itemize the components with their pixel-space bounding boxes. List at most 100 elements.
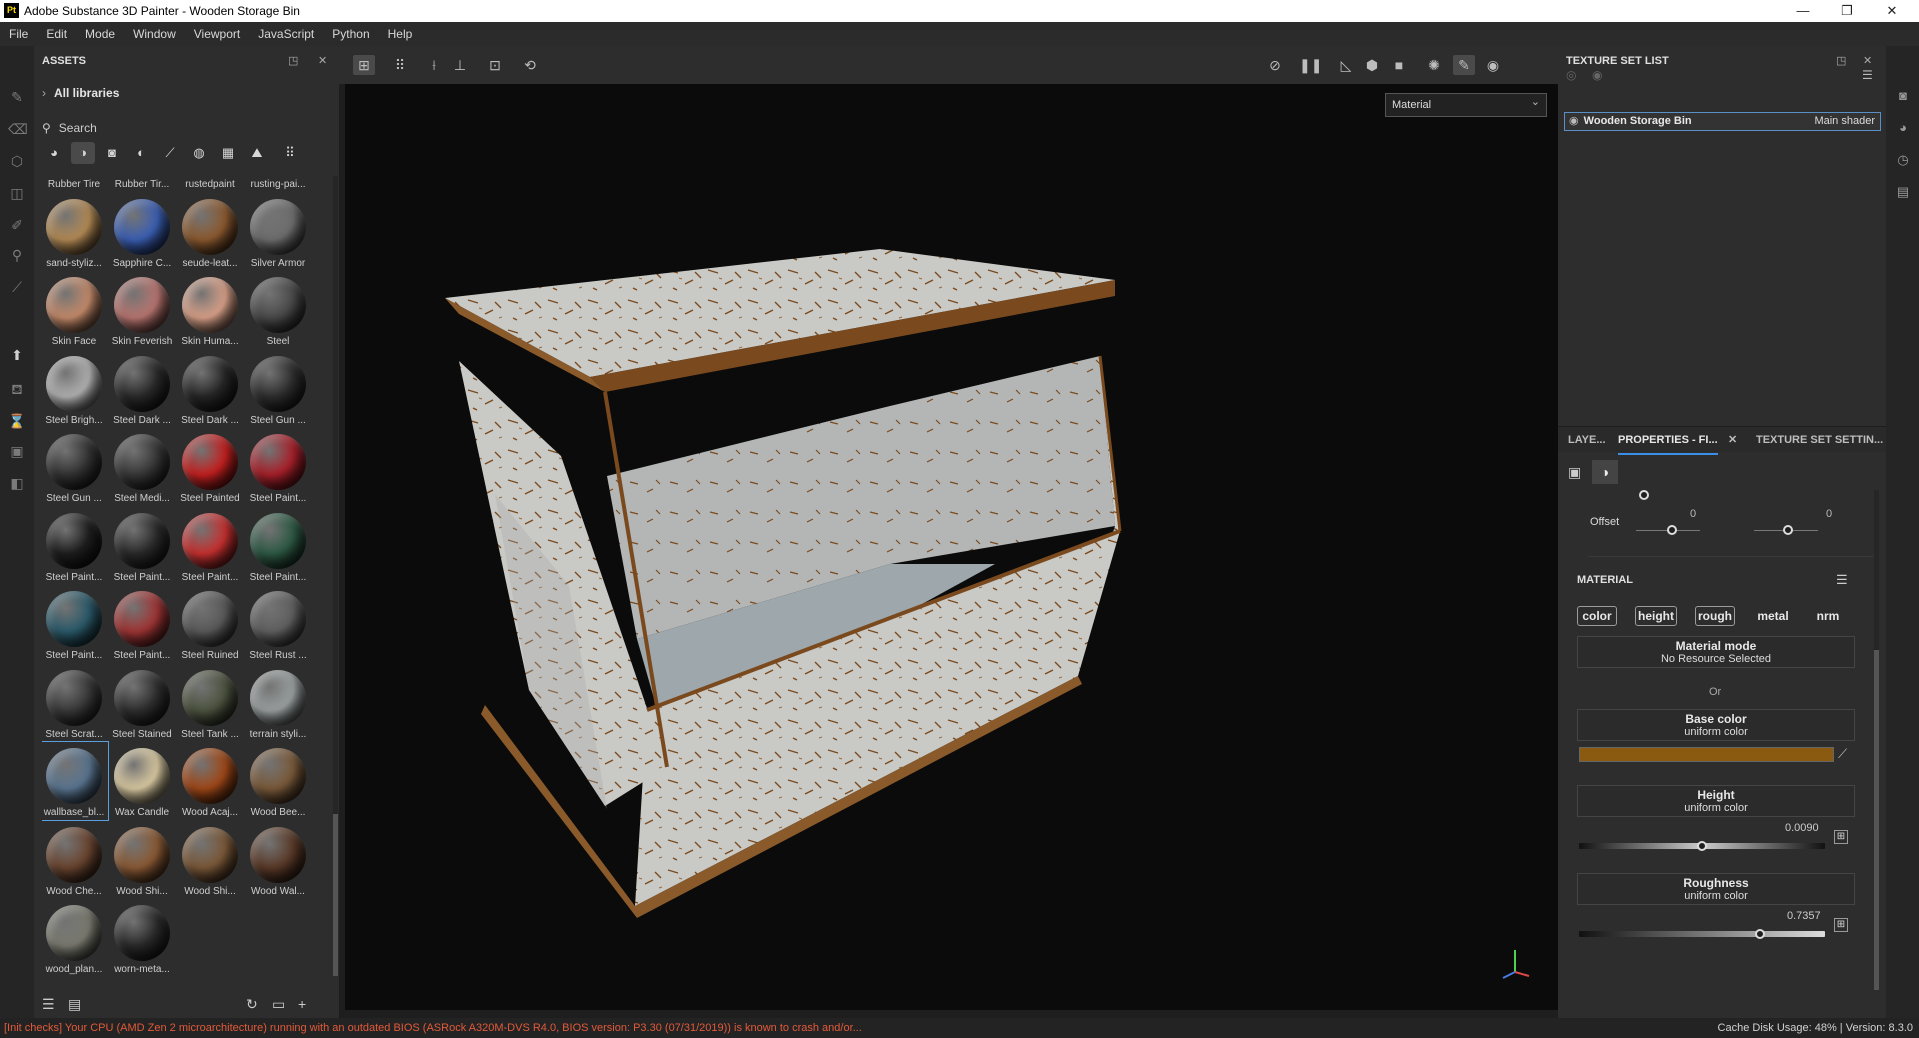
material-tab-icon[interactable]: ◑ [1592, 460, 1618, 484]
roughness-knob[interactable] [1754, 929, 1765, 939]
asset-item[interactable]: Steel Paint... [42, 507, 108, 585]
asset-item[interactable]: Rubber Tir... [108, 176, 176, 192]
add-icon[interactable]: + [298, 996, 306, 1012]
asset-item[interactable]: Steel Painted [176, 428, 244, 506]
asset-item[interactable]: Wood Bee... [244, 742, 312, 820]
roughness-value[interactable]: 0.7357 [1787, 910, 1821, 922]
asset-item[interactable]: Steel Ruined [176, 585, 244, 663]
list-options-icon[interactable]: ☰ [1862, 68, 1873, 82]
rotation-slider-knob[interactable] [1639, 490, 1649, 500]
list-view-icon[interactable]: ☰ [42, 996, 55, 1013]
roughness-random-icon[interactable]: ⊞ [1834, 918, 1848, 932]
filter-brush-icon[interactable]: ⟋ [158, 142, 182, 164]
menu-window[interactable]: Window [124, 22, 185, 46]
folder-icon[interactable]: ▭ [272, 996, 285, 1013]
asset-item[interactable]: seude-leat... [176, 193, 244, 271]
projection-icon[interactable]: ⬡ [8, 152, 26, 170]
tab-texture-set-settings[interactable]: TEXTURE SET SETTIN... [1756, 427, 1883, 453]
asset-item[interactable]: Wax Candle [108, 742, 176, 820]
filter-generator-icon[interactable]: ◐ [129, 142, 153, 164]
asset-item[interactable]: Steel Rust ... [244, 585, 312, 663]
height-value[interactable]: 0.0090 [1785, 822, 1819, 834]
asset-item[interactable]: Steel Dark ... [176, 350, 244, 428]
fill-properties-icon[interactable]: ▣ [1568, 464, 1581, 481]
clone-stamp-icon[interactable]: ⚲ [8, 246, 26, 264]
asset-item[interactable]: Wood Shi... [108, 821, 176, 899]
display-settings-icon[interactable]: ◙ [1894, 88, 1912, 106]
asset-item[interactable]: Silver Armor [244, 193, 312, 271]
height-random-icon[interactable]: ⊞ [1834, 830, 1848, 844]
axis-snap-icon[interactable]: ⊥ [449, 55, 471, 75]
asset-item[interactable]: Wood Acaj... [176, 742, 244, 820]
asset-item[interactable]: Steel Medi... [108, 428, 176, 506]
asset-item[interactable]: Steel Paint... [108, 585, 176, 663]
shelf-icon[interactable]: ⛾ [8, 380, 26, 398]
chip-color[interactable]: color [1577, 606, 1617, 626]
display-mode-select[interactable]: Material [1385, 91, 1547, 117]
symmetry-icon[interactable]: ⟊ [423, 55, 445, 75]
offset-u-knob[interactable] [1667, 525, 1677, 535]
asset-item[interactable]: Steel Gun ... [244, 350, 312, 428]
asset-item[interactable]: Steel Gun ... [42, 428, 108, 506]
status-error[interactable]: [Init checks] Your CPU (AMD Zen 2 microa… [4, 1018, 862, 1038]
asset-item[interactable]: rusting-pai... [244, 176, 312, 192]
material-options-icon[interactable]: ☰ [1836, 572, 1848, 588]
iray-icon[interactable]: ✺ [1423, 55, 1445, 75]
asset-item[interactable]: Steel Paint... [244, 507, 312, 585]
asset-item[interactable]: Steel Dark ... [108, 350, 176, 428]
view-2d-icon[interactable]: ◺ [1335, 55, 1357, 75]
offset-v-knob[interactable] [1783, 525, 1793, 535]
properties-scroll-thumb[interactable] [1874, 650, 1879, 990]
eyedropper-icon[interactable]: ⟋ [1838, 746, 1847, 762]
eye-icon[interactable]: ◉ [1569, 115, 1579, 127]
history-panel-icon[interactable]: ◷ [1894, 152, 1912, 170]
screenshot-icon[interactable]: ◉ [1482, 55, 1504, 75]
filter-texture-icon[interactable]: ▦ [216, 142, 240, 164]
smudge-icon[interactable]: ✐ [8, 216, 26, 234]
asset-item[interactable]: Steel [244, 271, 312, 349]
close-tab-icon[interactable]: ✕ [1728, 427, 1737, 453]
asset-item[interactable]: Steel Paint... [42, 585, 108, 663]
height-knob[interactable] [1697, 841, 1707, 851]
asset-item[interactable]: Rubber Tire [42, 176, 108, 192]
geometry-mask-icon[interactable]: ◫ [8, 184, 26, 202]
menu-mode[interactable]: Mode [76, 22, 124, 46]
asset-item[interactable]: Wood Che... [42, 821, 108, 899]
asset-item[interactable]: Wood Shi... [176, 821, 244, 899]
restore-icon[interactable]: ❐ [1827, 1, 1867, 21]
menu-python[interactable]: Python [323, 22, 378, 46]
menu-edit[interactable]: Edit [37, 22, 76, 46]
asset-item[interactable]: Steel Stained [108, 664, 176, 742]
filter-material-icon[interactable]: ◑ [71, 142, 95, 164]
asset-item[interactable]: terrain styli... [244, 664, 312, 742]
undock-icon[interactable]: ◳ [288, 46, 298, 76]
search-input[interactable]: ⚲ Search [42, 118, 332, 138]
grid-options-icon[interactable]: ▤ [68, 996, 81, 1013]
filter-alpha-icon[interactable]: ◍ [187, 142, 211, 164]
asset-item[interactable]: sand-styliz... [42, 193, 108, 271]
breadcrumb[interactable]: › All libraries [42, 86, 119, 100]
asset-item[interactable]: rustedpaint [176, 176, 244, 192]
roughness-box[interactable]: Roughness uniform color [1577, 873, 1855, 905]
visibility-icon[interactable]: ◎ [1566, 68, 1576, 82]
asset-item[interactable]: Steel Paint... [176, 507, 244, 585]
export-icon[interactable]: ▣ [8, 442, 26, 460]
viewport-3d[interactable] [345, 84, 1558, 1010]
asset-item[interactable]: Steel Scrat... [42, 664, 108, 742]
shader-name[interactable]: Main shader [1814, 113, 1875, 130]
solo-icon[interactable]: ◉ [1592, 68, 1602, 82]
asset-item[interactable]: wallbase_bl... [42, 741, 109, 821]
asset-item[interactable]: Sapphire C... [108, 193, 176, 271]
camera-icon[interactable]: ■ [1388, 55, 1410, 75]
asset-item[interactable]: Steel Tank ... [176, 664, 244, 742]
chip-rough[interactable]: rough [1695, 606, 1735, 626]
asset-item[interactable]: worn-meta... [108, 899, 176, 976]
pause-icon[interactable]: ❚❚ [1299, 55, 1322, 75]
asset-scroll-thumb[interactable] [333, 814, 338, 976]
menu-file[interactable]: File [0, 22, 37, 46]
chip-height[interactable]: height [1635, 606, 1677, 626]
base-color-swatch[interactable] [1579, 747, 1834, 762]
asset-item[interactable]: Skin Face [42, 271, 108, 349]
menu-javascript[interactable]: JavaScript [249, 22, 323, 46]
bake-icon[interactable]: ⌛ [8, 412, 26, 430]
